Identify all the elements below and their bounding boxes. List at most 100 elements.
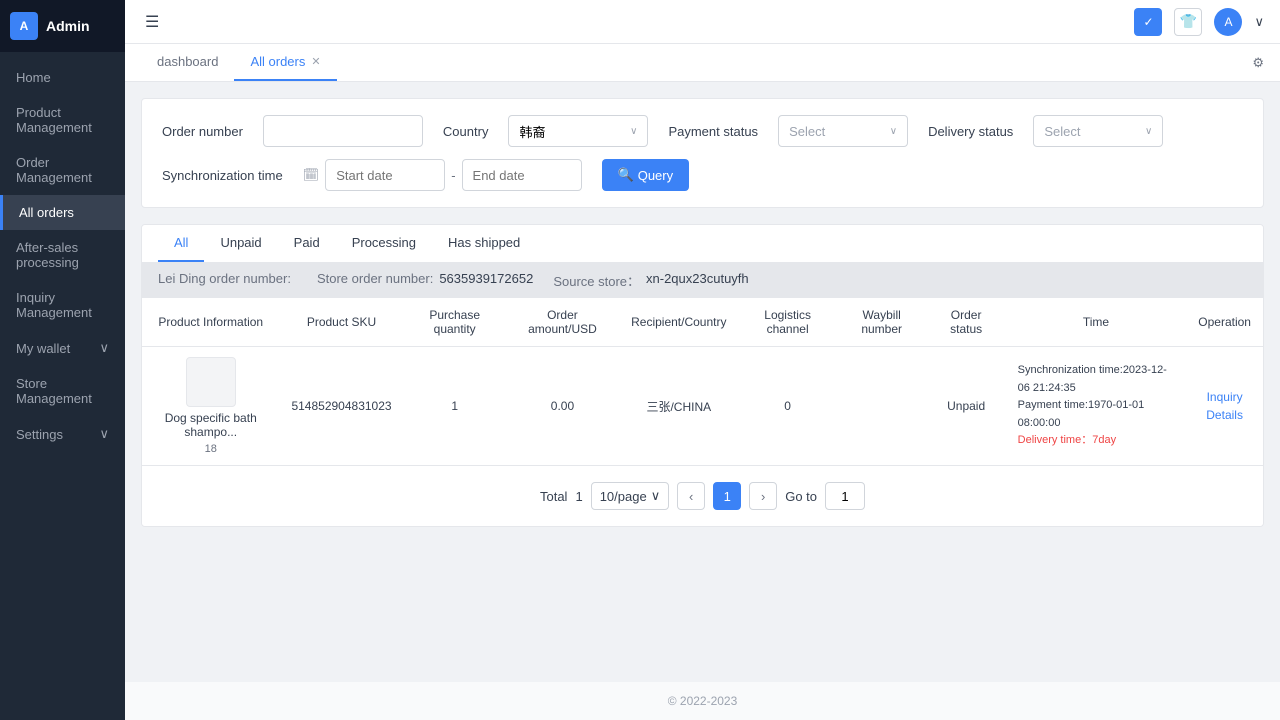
country-select[interactable]: 韩裔 ∨ [508, 115, 648, 147]
col-recipient: Recipient/Country [619, 298, 738, 347]
hamburger-icon[interactable]: ☰ [141, 8, 163, 36]
col-operation: Operation [1186, 298, 1263, 347]
end-date-input[interactable] [462, 159, 582, 191]
sidebar-item-store-management[interactable]: Store Management [0, 366, 125, 416]
cell-purchase-qty: 1 [404, 347, 506, 466]
col-purchase-qty: Purchase quantity [404, 298, 506, 347]
tab-close-icon[interactable]: ✕ [311, 55, 320, 68]
col-product-info: Product Information [142, 298, 279, 347]
status-tab-paid[interactable]: Paid [278, 225, 336, 262]
orders-section: All Unpaid Paid Processing Has shipped L… [141, 224, 1264, 527]
goto-input[interactable] [825, 482, 865, 510]
chevron-down-icon: ∨ [630, 126, 637, 137]
search-icon: 🔍 [618, 167, 634, 183]
sidebar-item-all-orders[interactable]: All orders [0, 195, 125, 230]
orders-card: All Unpaid Paid Processing Has shipped L… [141, 224, 1264, 527]
chevron-down-icon: ∨ [1254, 14, 1264, 30]
query-button[interactable]: 🔍 Query [602, 159, 690, 191]
date-separator: - [451, 168, 455, 183]
tabs-container: dashboard All orders ✕ [141, 44, 337, 81]
details-link[interactable]: Details [1206, 408, 1243, 422]
table-row: Dog specific bath shampo... 18 514852904… [142, 347, 1263, 466]
operation-buttons: Inquiry Details [1198, 390, 1251, 422]
delivery-time-row: Delivery time：7day [1018, 432, 1175, 450]
cell-order-status: Unpaid [927, 347, 1006, 466]
inquiry-link[interactable]: Inquiry [1207, 390, 1243, 404]
status-tab-unpaid[interactable]: Unpaid [204, 225, 277, 262]
payment-status-select[interactable]: Select ∨ [778, 115, 908, 147]
store-order-number: Store order number: 5635939172652 [317, 271, 533, 290]
cell-recipient: 三张/CHINA [619, 347, 738, 466]
sidebar-item-home[interactable]: Home [0, 60, 125, 95]
sidebar-item-settings[interactable]: Settings ∨ [0, 416, 125, 452]
sidebar-item-product-management[interactable]: Product Management [0, 95, 125, 145]
chevron-down-icon: ∨ [651, 488, 661, 504]
chevron-down-icon: ∨ [99, 426, 109, 442]
total-count: 1 [575, 489, 582, 504]
col-logistics: Logistics channel [739, 298, 837, 347]
lei-ding-order-number: Lei Ding order number: [158, 271, 297, 290]
filter-row-2: Synchronization time 🗓 - 🔍 Query [162, 159, 1243, 191]
sync-time-label: Synchronization time [162, 168, 283, 183]
cell-waybill [837, 347, 927, 466]
orders-table-container: Product Information Product SKU Purchase… [142, 298, 1263, 465]
sidebar-header: A Admin [0, 0, 125, 52]
sidebar-title: Admin [46, 18, 90, 34]
col-product-sku: Product SKU [279, 298, 403, 347]
sidebar-item-after-sales[interactable]: After-sales processing [0, 230, 125, 280]
sidebar-logo: A [10, 12, 38, 40]
sidebar-item-order-management[interactable]: Order Management [0, 145, 125, 195]
payment-status-label: Payment status [668, 124, 758, 139]
prev-page-button[interactable]: ‹ [677, 482, 705, 510]
order-info-header: Lei Ding order number: Store order numbe… [142, 263, 1263, 298]
cell-operation: Inquiry Details [1186, 347, 1263, 466]
source-store: Source store： xn-2qux23cutuyfh [553, 271, 748, 290]
orders-table: Product Information Product SKU Purchase… [142, 298, 1263, 465]
delivery-status-select[interactable]: Select ∨ [1033, 115, 1163, 147]
pagination: Total 1 10/page ∨ ‹ 1 › Go to [142, 465, 1263, 526]
col-time: Time [1006, 298, 1187, 347]
sidebar-item-my-wallet[interactable]: My wallet ∨ [0, 330, 125, 366]
tab-dashboard[interactable]: dashboard [141, 44, 234, 81]
col-order-status: Order status [927, 298, 1006, 347]
order-number-label: Order number [162, 124, 243, 139]
goto-label: Go to [785, 489, 817, 504]
status-tab-has-shipped[interactable]: Has shipped [432, 225, 536, 262]
sidebar-item-inquiry-management[interactable]: Inquiry Management [0, 280, 125, 330]
filter-row-1: Order number Country 韩裔 ∨ Payment status… [162, 115, 1243, 147]
date-range: 🗓 - [303, 159, 582, 191]
cell-time: Synchronization time:2023-12-06 21:24:35… [1006, 347, 1187, 466]
tab-all-orders[interactable]: All orders ✕ [234, 44, 336, 81]
product-thumbnail [186, 357, 236, 407]
calendar-icon: 🗓 [303, 167, 320, 183]
notification-icon[interactable]: ✓ [1134, 8, 1162, 36]
copyright-text: © 2022-2023 [668, 694, 738, 708]
status-tab-all[interactable]: All [158, 225, 204, 262]
page-1-button[interactable]: 1 [713, 482, 741, 510]
topbar: ☰ ✓ 👕 A ∨ [125, 0, 1280, 44]
total-label: Total [540, 489, 567, 504]
sidebar: A Admin Home Product Management Order Ma… [0, 0, 125, 720]
cell-logistics: 0 [739, 347, 837, 466]
tab-bar: dashboard All orders ✕ ⚙ [125, 44, 1280, 82]
page-size-select[interactable]: 10/page ∨ [591, 482, 670, 510]
chevron-down-icon: ∨ [1145, 126, 1152, 137]
topbar-right: ✓ 👕 A ∨ [1134, 8, 1264, 36]
start-date-input[interactable] [325, 159, 445, 191]
tab-settings-icon[interactable]: ⚙ [1252, 55, 1264, 71]
order-number-input[interactable] [263, 115, 423, 147]
topbar-left: ☰ [141, 8, 163, 36]
product-info-cell: Dog specific bath shampo... 18 [154, 357, 267, 455]
cell-product-sku: 514852904831023 [279, 347, 403, 466]
status-tabs: All Unpaid Paid Processing Has shipped [142, 225, 1263, 263]
status-tab-processing[interactable]: Processing [336, 225, 432, 262]
sidebar-nav: Home Product Management Order Management… [0, 52, 125, 720]
avatar[interactable]: A [1214, 8, 1242, 36]
next-page-button[interactable]: › [749, 482, 777, 510]
chevron-down-icon: ∨ [99, 340, 109, 356]
footer: © 2022-2023 [125, 682, 1280, 720]
cell-product-info: Dog specific bath shampo... 18 [142, 347, 279, 466]
shirt-icon[interactable]: 👕 [1174, 8, 1202, 36]
cell-order-amount: 0.00 [506, 347, 619, 466]
user-dropdown[interactable]: ∨ [1254, 14, 1264, 30]
